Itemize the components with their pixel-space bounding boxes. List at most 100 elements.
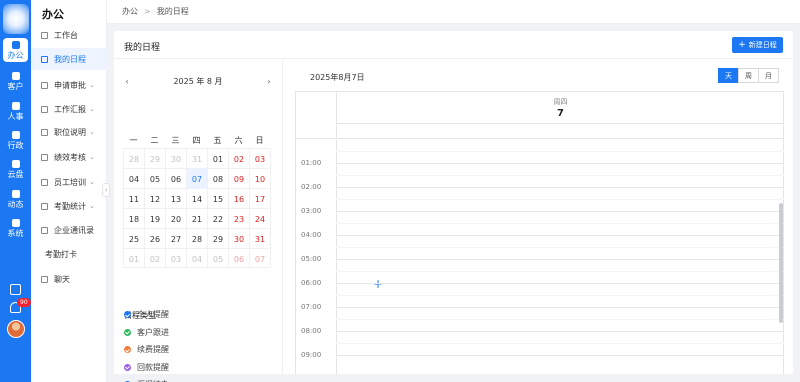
rail-item-1[interactable]: 客户 [3, 69, 28, 93]
rail-item-6[interactable]: 系统 [3, 216, 28, 240]
calendar-day[interactable]: 07 [250, 249, 270, 269]
calendar-day[interactable]: 30 [229, 229, 249, 249]
calendar-day[interactable]: 18 [124, 209, 144, 229]
weekday-header: 五 [213, 136, 222, 145]
calendar-day[interactable]: 26 [145, 229, 165, 249]
calendar-day[interactable]: 01 [124, 249, 144, 269]
calendar-day[interactable]: 06 [229, 249, 249, 269]
calendar-day[interactable]: 06 [166, 169, 186, 189]
hour-slot[interactable]: 01:00 [296, 140, 784, 167]
schedule-type-item[interactable]: 客户跟进 [124, 327, 169, 338]
sidebar-item-2[interactable]: 申请审批 ⌄ [31, 74, 107, 96]
time-slots: 01:00 02:00 03:00 04:00 05:00 06:00 07:00 08:00… [296, 140, 784, 375]
sidebar-item-9[interactable]: 考勤打卡 [31, 243, 107, 265]
calendar-day[interactable]: 12 [145, 189, 165, 209]
sidebar-item-8[interactable]: 企业通讯录 [31, 219, 107, 241]
half-hour-line [336, 247, 784, 248]
calendar-day[interactable]: 03 [250, 149, 270, 169]
sidebar-item-label: 工作台 [54, 30, 78, 40]
calendar-day[interactable]: 05 [208, 249, 228, 269]
rail-item-3[interactable]: 行政 [3, 128, 28, 152]
next-month-icon[interactable]: › [265, 77, 273, 86]
time-scrollbar[interactable] [779, 203, 783, 323]
user-avatar[interactable] [7, 320, 25, 338]
calendar-day[interactable]: 28 [187, 229, 207, 249]
calendar-day[interactable]: 10 [250, 169, 270, 189]
calendar-day[interactable]: 25 [124, 229, 144, 249]
hour-slot[interactable]: 05:00 [296, 236, 784, 263]
calendar-day[interactable]: 22 [208, 209, 228, 229]
calendar-day-selected[interactable]: 07 [187, 169, 207, 189]
prev-month-icon[interactable]: ‹ [123, 77, 131, 86]
mini-calendar-nav: ‹ 2025 年 8 月 › [123, 75, 273, 87]
sidebar-item-0[interactable]: 工作台 [31, 24, 107, 46]
calendar-day[interactable]: 29 [145, 149, 165, 169]
calendar-day[interactable]: 24 [250, 209, 270, 229]
hour-slot[interactable]: 09:00 [296, 332, 784, 359]
calendar-day[interactable]: 21 [187, 209, 207, 229]
schedule-type-item[interactable]: 续费提醒 [124, 344, 169, 355]
calendar-day[interactable]: 15 [208, 189, 228, 209]
calendar-day[interactable]: 04 [187, 249, 207, 269]
rail-item-2[interactable]: 人事 [3, 99, 28, 123]
rail-item-5[interactable]: 动态 [3, 187, 28, 211]
sidebar-item-5[interactable]: 绩效考核 ⌄ [31, 146, 107, 168]
calendar-day[interactable]: 16 [229, 189, 249, 209]
calendar-day[interactable]: 02 [145, 249, 165, 269]
calendar-day[interactable]: 19 [145, 209, 165, 229]
check-circle-icon [124, 363, 131, 371]
sidebar-item-label: 我的日程 [54, 54, 86, 64]
hour-slot[interactable]: 04:00 [296, 212, 784, 239]
rail-item-0[interactable]: 办公 [3, 38, 28, 62]
hour-slot[interactable]: 07:00 [296, 284, 784, 311]
calendar-day[interactable]: 03 [166, 249, 186, 269]
calendar-day[interactable]: 30 [166, 149, 186, 169]
calendar-day[interactable]: 31 [187, 149, 207, 169]
sidebar-item-6[interactable]: 员工培训 ⌄ [31, 171, 107, 193]
sidebar-item-1[interactable]: 我的日程 [31, 48, 107, 70]
calendar-day[interactable]: 28 [124, 149, 144, 169]
hour-slot[interactable]: 02:00 [296, 164, 784, 191]
calendar-day[interactable]: 04 [124, 169, 144, 189]
calendar-day[interactable]: 08 [208, 169, 228, 189]
calendar-day[interactable]: 23 [229, 209, 249, 229]
collapse-sidebar-button[interactable]: ‹ [102, 183, 110, 197]
view-month-button[interactable]: 月 [758, 68, 779, 83]
schedule-type-item[interactable]: 个人提醒 [124, 309, 169, 320]
weekday-header: 四 [192, 136, 201, 145]
weekday-header: 日 [255, 136, 264, 145]
calendar-day[interactable]: 13 [166, 189, 186, 209]
plus-icon: + [738, 40, 746, 50]
calendar-day[interactable]: 27 [166, 229, 186, 249]
rail-item-4[interactable]: 云盘 [3, 157, 28, 181]
schedule-type-label: 回款提醒 [137, 362, 169, 372]
calendar-day[interactable]: 14 [187, 189, 207, 209]
notes-icon[interactable] [10, 284, 21, 295]
sidebar-item-7[interactable]: 考勤统计 ⌄ [31, 195, 107, 217]
sidebar-item-3[interactable]: 工作汇报 ⌄ [31, 98, 107, 120]
schedule-card: 我的日程 + 新建日程 ‹ 2025 年 8 月 › 一二三四五六日 28 29 3… [114, 31, 793, 382]
view-week-button[interactable]: 周 [738, 68, 759, 83]
calendar-day[interactable]: 02 [229, 149, 249, 169]
check-circle-icon [124, 346, 131, 353]
schedule-type-item[interactable]: 回款提醒 [124, 362, 169, 373]
hour-slot[interactable]: 06:00 [296, 260, 784, 287]
view-day-button[interactable]: 天 [718, 68, 739, 83]
calendar-day[interactable]: 17 [250, 189, 270, 209]
hour-slot[interactable]: 03:00 [296, 188, 784, 215]
all-day-cell[interactable] [336, 124, 784, 139]
sidebar-item-10[interactable]: 聊天 [31, 268, 107, 290]
new-schedule-button[interactable]: + 新建日程 [732, 37, 783, 53]
breadcrumb-root[interactable]: 办公 [122, 6, 138, 17]
calendar-day[interactable]: 31 [250, 229, 270, 249]
hour-slot[interactable]: 08:00 [296, 308, 784, 335]
calendar-day[interactable]: 01 [208, 149, 228, 169]
calendar-day[interactable]: 05 [145, 169, 165, 189]
calendar-day[interactable]: 11 [124, 189, 144, 209]
sidebar-item-4[interactable]: 职位说明 ⌄ [31, 121, 107, 143]
schedule-type-label: 客户跟进 [137, 327, 169, 337]
customer-icon [11, 71, 20, 80]
calendar-day[interactable]: 29 [208, 229, 228, 249]
calendar-day[interactable]: 20 [166, 209, 186, 229]
calendar-day[interactable]: 09 [229, 169, 249, 189]
